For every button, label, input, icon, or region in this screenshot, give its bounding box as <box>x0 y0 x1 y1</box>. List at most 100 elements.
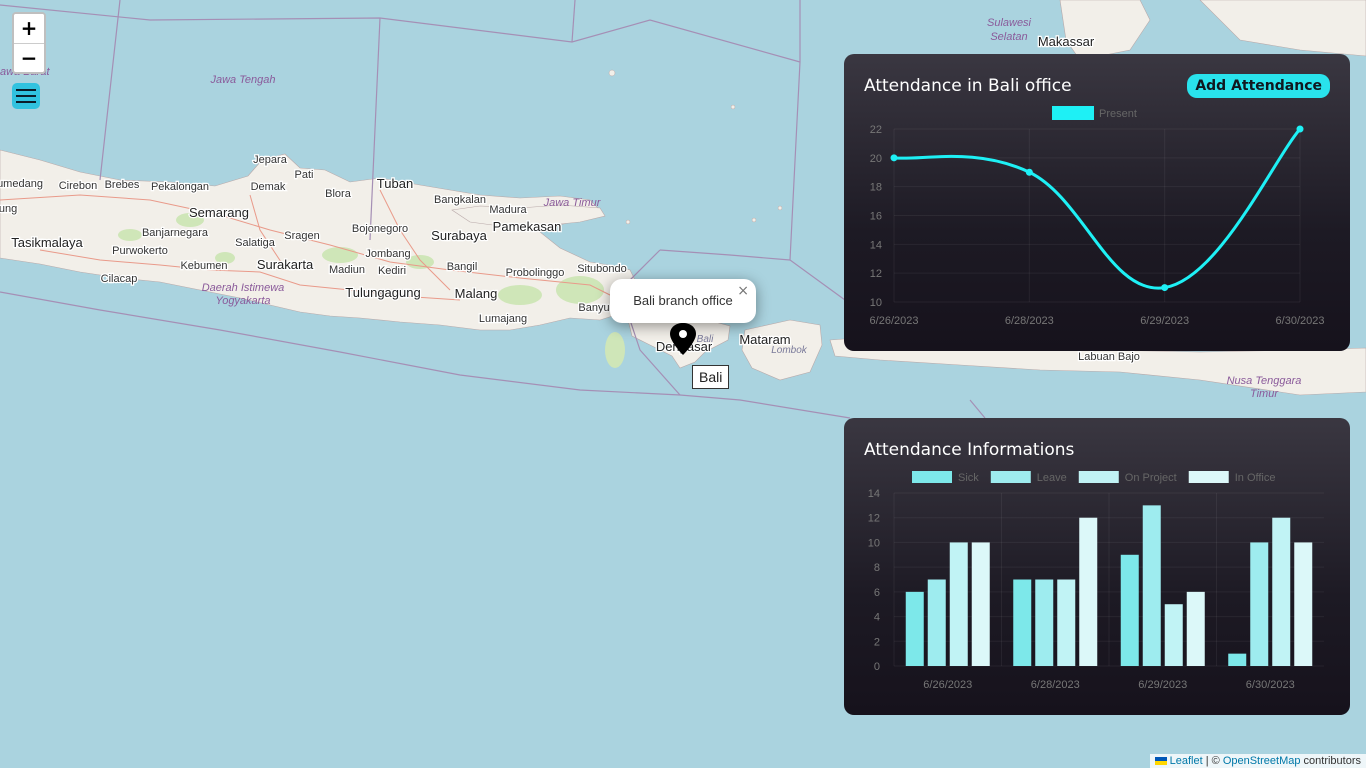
legend-label: Sick <box>958 472 979 484</box>
city-name: Surakarta <box>257 257 314 272</box>
bar-on-project[interactable] <box>949 542 968 666</box>
bar-in-office[interactable] <box>1294 542 1313 666</box>
bar-leave[interactable] <box>1035 579 1054 667</box>
y-tick-label: 12 <box>870 268 882 280</box>
leaflet-link[interactable]: Leaflet <box>1170 755 1203 767</box>
city-label: Cirebon <box>57 179 98 194</box>
city-label: Bangil <box>445 260 478 275</box>
city-label: Kebumen <box>179 259 229 274</box>
region-label: Jawa Timur <box>543 197 602 209</box>
legend-swatch <box>990 471 1031 483</box>
city-name: ung <box>0 203 17 215</box>
legend-swatch <box>912 471 952 483</box>
city-label: Malang <box>453 285 498 303</box>
city-name: Kebumen <box>180 260 227 272</box>
hamburger-icon-line <box>16 89 36 91</box>
bar-leave[interactable] <box>927 579 946 667</box>
city-label: Jombang <box>364 247 412 262</box>
bar-on-project[interactable] <box>1164 604 1183 666</box>
y-tick-label: 10 <box>870 297 882 309</box>
data-point[interactable] <box>1025 168 1033 176</box>
city-label: Madiun <box>328 263 367 278</box>
y-tick-label: 18 <box>870 182 882 194</box>
x-tick-label: 6/30/2023 <box>1276 315 1325 327</box>
region-label: Daerah Istimewa <box>202 282 285 294</box>
attribution-separator: | © <box>1202 755 1223 767</box>
city-name: Situbondo <box>577 263 627 275</box>
x-tick-label: 6/28/2023 <box>1031 679 1080 691</box>
island-label: Lombok <box>771 345 808 356</box>
data-point[interactable] <box>1296 125 1304 133</box>
y-tick-label: 22 <box>870 124 882 136</box>
y-tick-label: 8 <box>874 562 880 574</box>
city-label: Brebes <box>103 178 141 193</box>
city-label: Probolinggo <box>504 266 565 281</box>
zoom-in-button[interactable]: + <box>14 14 44 43</box>
city-label: Tuban <box>376 175 415 193</box>
city-name: Semarang <box>189 205 249 220</box>
city-name: Madura <box>489 204 527 216</box>
bar-chart: 0 2 4 6 8 10 12 14 6/26/2023 6/28/2023 6/29/2023 6/… <box>868 471 1324 691</box>
data-point[interactable] <box>1161 284 1169 292</box>
city-label: ung <box>0 202 18 217</box>
city-label: Banyu <box>577 301 611 316</box>
city-name: Tuban <box>377 176 413 191</box>
y-tick-label: 16 <box>870 211 882 223</box>
bar-in-office[interactable] <box>1186 591 1205 666</box>
city-label: Bojonegoro <box>351 222 410 237</box>
region-label: Nusa Tenggara <box>1227 375 1302 387</box>
sulawesi-island <box>1059 0 1151 61</box>
menu-button[interactable] <box>12 83 40 109</box>
city-name: Salatiga <box>235 237 276 249</box>
bar-sick[interactable] <box>1228 653 1247 666</box>
bar-sick[interactable] <box>905 591 924 666</box>
region-label: Selatan <box>990 31 1027 43</box>
present-line <box>893 128 1302 290</box>
data-point[interactable] <box>890 154 898 162</box>
city-label: Purwokerto <box>111 244 169 259</box>
osm-link[interactable]: OpenStreetMap <box>1223 755 1301 767</box>
city-name: Blora <box>325 188 352 200</box>
city-label: Bangkalan <box>433 193 488 208</box>
y-tick-label: 4 <box>874 612 880 624</box>
y-tick-label: 14 <box>868 488 880 500</box>
city-name: Bangkalan <box>434 194 486 206</box>
region-label: Yogyakarta <box>215 295 270 307</box>
city-label: Sragen <box>283 229 321 244</box>
city-label: Demak <box>249 180 287 195</box>
city-name: Cirebon <box>59 180 98 192</box>
city-name: Malang <box>455 286 498 301</box>
bar-in-office[interactable] <box>971 542 990 666</box>
bar-on-project[interactable] <box>1057 579 1076 667</box>
legend-swatch <box>1052 106 1094 120</box>
bar-sick[interactable] <box>1120 554 1139 666</box>
bar-leave[interactable] <box>1142 505 1161 666</box>
city-name: Banyu <box>578 302 609 314</box>
city-label: Surakarta <box>256 256 316 274</box>
city-label: Blora <box>324 187 353 202</box>
x-tick-label: 6/28/2023 <box>1005 315 1054 327</box>
zoom-control: + − <box>12 12 46 74</box>
city-name: Jepara <box>253 154 288 166</box>
hamburger-icon-line <box>16 101 36 103</box>
city-name: Pekalongan <box>151 181 209 193</box>
city-name: Jombang <box>365 248 410 260</box>
bar-in-office[interactable] <box>1079 517 1098 666</box>
x-tick-label: 6/29/2023 <box>1140 315 1189 327</box>
location-marker-icon[interactable] <box>668 322 698 356</box>
bar-sick[interactable] <box>1013 579 1032 667</box>
bar-leave[interactable] <box>1250 542 1269 666</box>
attendance-bar-panel: Attendance Informations 0 2 4 6 8 10 12 14 6/26/… <box>844 418 1350 715</box>
city-name: Bangil <box>447 261 478 273</box>
region-label: Timur <box>1250 388 1279 400</box>
legend-label: In Office <box>1235 472 1276 484</box>
legend-label: Present <box>1099 108 1137 120</box>
zoom-out-button[interactable]: − <box>14 43 44 72</box>
bar-on-project[interactable] <box>1272 517 1291 666</box>
city-label: Semarang <box>188 204 250 222</box>
city-name: Probolinggo <box>506 267 565 279</box>
city-name: Kediri <box>378 265 406 277</box>
x-tick-label: 6/29/2023 <box>1138 679 1187 691</box>
popup-close-button[interactable]: × <box>737 283 749 299</box>
map-tooltip: Bali <box>692 365 730 389</box>
